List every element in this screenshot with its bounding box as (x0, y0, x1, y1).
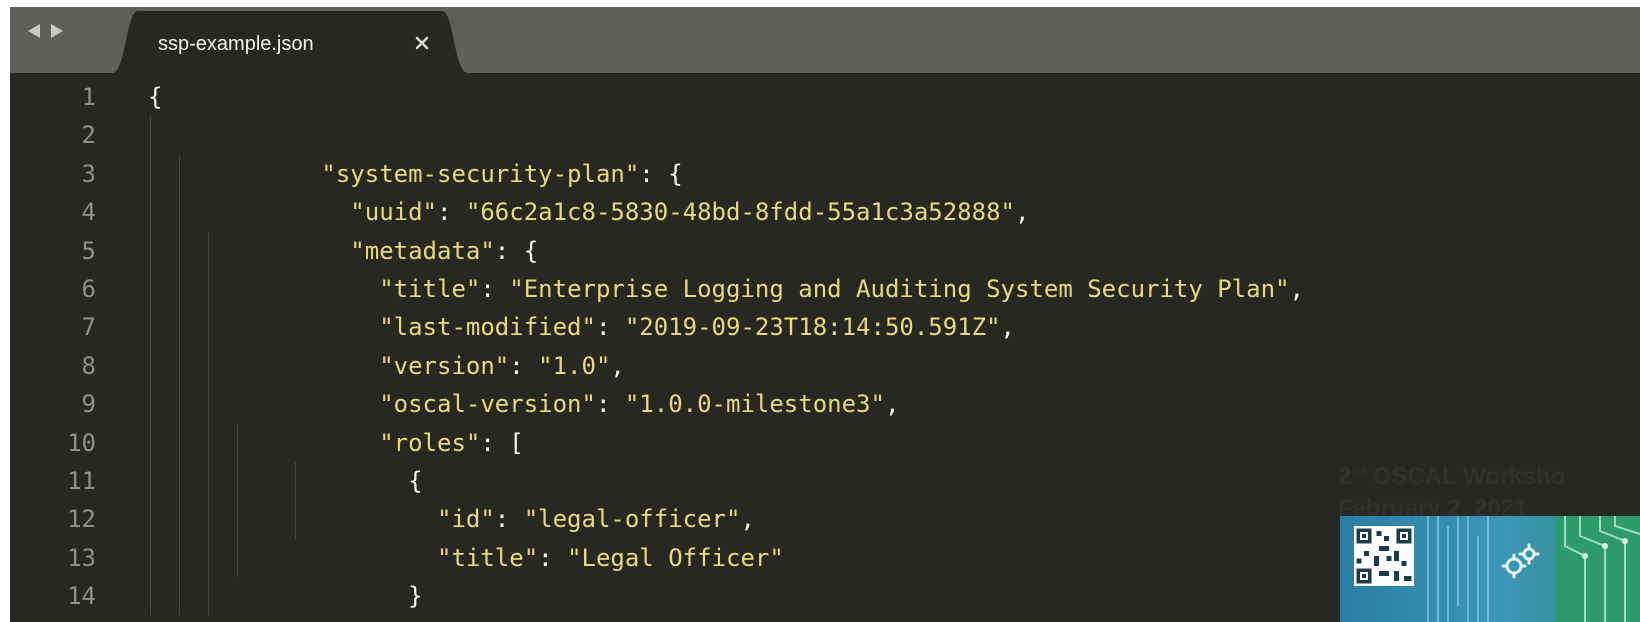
indent-guide (295, 500, 296, 539)
indent-guide (179, 231, 180, 270)
indent-guide (150, 116, 151, 155)
triangle-left-icon[interactable] (24, 21, 44, 41)
line-number: 14 (67, 582, 96, 611)
qr-code-icon (1354, 526, 1414, 586)
watermark-title: OSCAL Worksho (1366, 463, 1566, 490)
indent-guide (208, 308, 209, 347)
code-line: "version": "1.0", (148, 308, 1304, 380)
indent-guide (208, 538, 209, 578)
code-line: "last-modified": "2019-09-23T18:14:50.59… (148, 269, 1304, 341)
indent-guide (208, 500, 209, 539)
indent-guide (150, 193, 151, 232)
indent-guide (179, 154, 180, 194)
open-brace: { (148, 83, 163, 111)
indent-guide (150, 269, 151, 309)
circuit-board-icon (1555, 516, 1640, 622)
indent-guide (150, 461, 151, 501)
indent-guide (208, 423, 209, 462)
tab-filename: ssp-example.json (158, 33, 314, 55)
line-number: 10 (67, 428, 96, 457)
indent-guide (150, 500, 151, 539)
indent-guide (237, 500, 238, 539)
line-number: 3 (81, 159, 96, 188)
line-number: 12 (67, 505, 96, 534)
tab-bar: ssp-example.json (10, 7, 1640, 73)
tab-ssp-example[interactable]: ssp-example.json (112, 9, 468, 73)
indent-guide (150, 577, 151, 616)
line-number: 11 (67, 466, 96, 495)
indent-guide (150, 231, 151, 270)
code-line: "roles": [ (148, 385, 1304, 457)
indent-guide (237, 538, 238, 578)
code-content[interactable]: { "system-security-plan": { "uuid": "66c… (148, 78, 1304, 622)
indent-guide (179, 385, 180, 424)
code-line: "title": "Legal Officer" (148, 500, 1304, 572)
indent-guide (179, 500, 180, 539)
watermark-superscript: nd (1351, 464, 1367, 478)
line-number: 8 (81, 351, 96, 380)
indent-guide (179, 577, 180, 616)
watermark-line-1: 2nd OSCAL Worksho (1338, 455, 1565, 493)
code-line: { (148, 423, 1304, 495)
indent-guide (150, 385, 151, 424)
indent-guide (150, 308, 151, 347)
code-line: "system-security-plan": { (148, 116, 1304, 188)
line-number: 1 (81, 83, 96, 111)
code-line: { (148, 78, 1304, 116)
watermark-number: 2 (1338, 463, 1352, 490)
code-line: } (148, 538, 1304, 610)
code-line: ] (148, 577, 1304, 622)
indent-guide (179, 308, 180, 347)
indent-guide (208, 385, 209, 424)
indent-guide (150, 538, 151, 578)
indent-guide (208, 577, 209, 616)
screenshot-frame: ssp-example.json 1 2 3 4 5 6 7 8 9 10 11… (0, 0, 1640, 622)
indent-guide (179, 538, 180, 578)
indent-guide (179, 269, 180, 309)
code-line: "uuid": "66c2a1c8-5830-48bd-8fdd-55a1c3a… (148, 154, 1304, 226)
line-number: 4 (81, 198, 96, 227)
indent-guide (150, 154, 151, 194)
close-icon[interactable] (412, 33, 432, 53)
code-line: "metadata": { (148, 193, 1304, 265)
code-line: "oscal-version": "1.0.0-milestone3", (148, 346, 1304, 418)
triangle-right-icon[interactable] (47, 21, 67, 41)
indent-guide (179, 346, 180, 386)
indent-guide (237, 461, 238, 501)
indent-guide (208, 461, 209, 501)
indent-guide (150, 346, 151, 386)
line-number: 9 (81, 390, 96, 419)
gear-icon (1498, 540, 1542, 584)
workshop-watermark: 2nd OSCAL Worksho February 2, 2021 (1338, 455, 1565, 525)
indent-guide (179, 193, 180, 232)
line-number: 13 (67, 543, 96, 572)
indent-guide (150, 423, 151, 462)
code-line: "title": "Enterprise Logging and Auditin… (148, 231, 1304, 303)
workshop-banner (1340, 516, 1640, 622)
indent-guide (208, 269, 209, 309)
tab-navigation (24, 21, 67, 41)
indent-guide (295, 461, 296, 501)
indent-guide (208, 231, 209, 270)
line-number: 6 (81, 274, 96, 303)
line-number: 2 (81, 121, 96, 150)
indent-guide (208, 346, 209, 386)
line-number: 5 (81, 236, 96, 265)
code-line: "id": "legal-officer", (148, 461, 1304, 533)
indent-guide (179, 423, 180, 462)
indent-guide (237, 423, 238, 462)
line-number-gutter: 1 2 3 4 5 6 7 8 9 10 11 12 13 14 (10, 78, 96, 615)
line-number: 7 (81, 313, 96, 342)
indent-guide (179, 461, 180, 501)
